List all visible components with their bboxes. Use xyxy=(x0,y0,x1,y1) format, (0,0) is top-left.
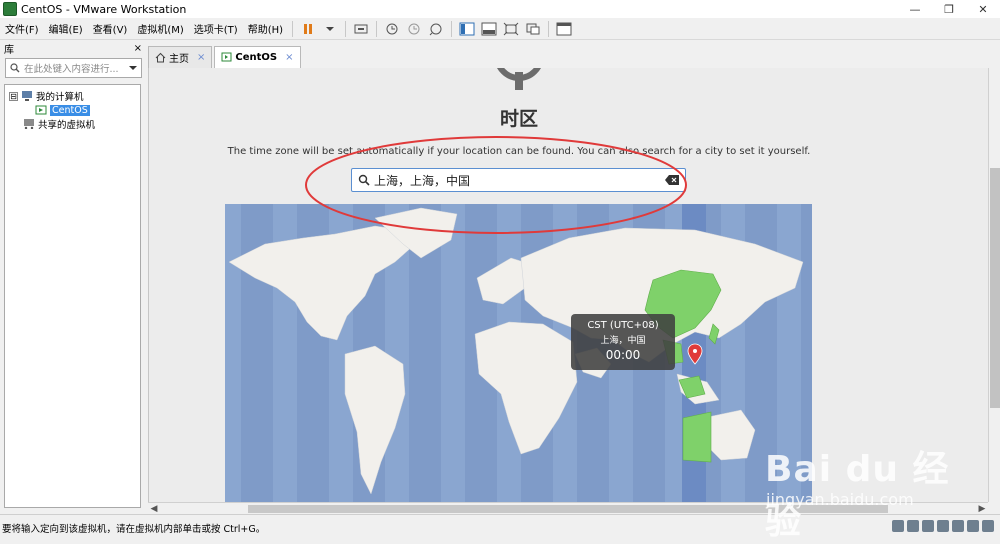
tab-close-button[interactable]: × xyxy=(285,52,293,63)
tooltip-zone: CST (UTC+08) xyxy=(587,320,659,331)
toolbar-separator xyxy=(376,20,378,37)
snapshot-manager-icon xyxy=(429,23,442,35)
snapshot-icon xyxy=(386,23,398,34)
vm-running-icon xyxy=(35,105,47,115)
keyboard-icon xyxy=(354,24,368,33)
tab-bar: 主页 × CentOS × xyxy=(148,44,1000,68)
full-screen-button[interactable] xyxy=(500,20,522,38)
toolbar-separator xyxy=(345,20,347,37)
library-search-input[interactable]: 在此处键入内容进行... xyxy=(5,58,142,78)
tooltip-time: 00:00 xyxy=(605,348,641,362)
library-view-icon xyxy=(459,22,475,35)
menu-view[interactable]: 查看(V) xyxy=(88,21,133,36)
thumbnail-icon xyxy=(481,22,497,35)
unity-button[interactable] xyxy=(522,20,544,38)
power-dropdown-button[interactable] xyxy=(319,20,341,38)
display-icon[interactable] xyxy=(982,520,994,532)
menu-vm[interactable]: 虚拟机(M) xyxy=(132,21,188,36)
menu-help[interactable]: 帮助(H) xyxy=(243,21,288,36)
watermark-url: jingyan.baidu.com xyxy=(766,490,914,509)
location-icon xyxy=(497,68,541,90)
vertical-scrollbar-thumb[interactable] xyxy=(990,168,1000,408)
window-title: CentOS - VMware Workstation xyxy=(21,2,187,16)
chevron-down-icon xyxy=(326,26,335,31)
toolbar-separator xyxy=(548,20,550,37)
tree-item-label: 共享的虚拟机 xyxy=(38,120,96,131)
tab-home[interactable]: 主页 × xyxy=(148,46,213,68)
menu-edit[interactable]: 编辑(E) xyxy=(44,21,88,36)
toolbar-separator xyxy=(292,20,294,37)
tab-close-button[interactable]: × xyxy=(197,52,205,63)
window-controls: — ❐ ✕ xyxy=(898,0,1000,18)
library-panel: 库 × 在此处键入内容进行... ⊟ 我的计算机 CentOS 共享的虚拟机 xyxy=(0,40,146,514)
revert-snapshot-icon xyxy=(408,23,420,34)
world-map-graphic xyxy=(225,204,804,502)
page-title: 时区 xyxy=(499,108,538,130)
unity-icon xyxy=(526,23,540,34)
close-button[interactable]: ✕ xyxy=(966,0,1000,18)
tooltip-city: 上海，中国 xyxy=(600,336,646,346)
tree-item-my-computer[interactable]: ⊟ 我的计算机 xyxy=(9,89,140,103)
timezone-tooltip: CST (UTC+08) 上海，中国 00:00 xyxy=(571,314,675,370)
menu-tabs[interactable]: 选项卡(T) xyxy=(189,21,243,36)
tree-item-shared-vms[interactable]: 共享的虚拟机 xyxy=(9,117,140,131)
tab-label: CentOS xyxy=(235,52,278,63)
console-view-icon xyxy=(556,22,572,35)
console-view-button[interactable] xyxy=(553,20,575,38)
minimize-button[interactable]: — xyxy=(898,0,932,18)
tab-label: 主页 xyxy=(169,54,189,65)
full-screen-icon xyxy=(503,22,519,35)
tree-item-label: CentOS xyxy=(50,104,90,116)
pause-button[interactable] xyxy=(297,20,319,38)
computer-icon xyxy=(22,91,32,101)
menu-file[interactable]: 文件(F) xyxy=(0,21,44,36)
restore-button[interactable]: ❐ xyxy=(932,0,966,18)
toolbar-separator xyxy=(451,20,453,37)
library-close-button[interactable]: × xyxy=(134,43,142,54)
tree-collapse-toggle[interactable]: ⊟ xyxy=(9,91,18,101)
chevron-down-icon[interactable] xyxy=(129,64,137,72)
world-timezone-map[interactable] xyxy=(225,204,812,502)
library-search-placeholder: 在此处键入内容进行... xyxy=(24,64,119,75)
baidu-watermark: Bai du 经验 jingyan.baidu.com xyxy=(760,434,980,542)
pause-icon xyxy=(304,23,313,34)
revert-snapshot-button[interactable] xyxy=(403,20,425,38)
title-bar: CentOS - VMware Workstation — ❐ ✕ xyxy=(0,0,1000,18)
show-library-button[interactable] xyxy=(456,20,478,38)
tab-centos[interactable]: CentOS × xyxy=(214,46,301,68)
menu-bar: 文件(F) 编辑(E) 查看(V) 虚拟机(M) 选项卡(T) 帮助(H) xyxy=(0,18,1000,40)
tree-item-centos[interactable]: CentOS xyxy=(9,103,140,117)
snapshot-manager-button[interactable] xyxy=(425,20,447,38)
library-tree: ⊟ 我的计算机 CentOS 共享的虚拟机 xyxy=(4,84,141,508)
shared-vm-icon xyxy=(24,119,34,129)
vm-running-icon xyxy=(221,52,232,62)
tree-item-label: 我的计算机 xyxy=(36,92,84,103)
library-header: 库 × xyxy=(0,40,146,56)
send-ctrl-alt-del-button[interactable] xyxy=(350,20,372,38)
status-message: 要将输入定向到该虚拟机，请在虚拟机内部单击或按 Ctrl+G。 xyxy=(2,524,266,535)
red-annotation-ellipse xyxy=(305,136,687,234)
vertical-scrollbar[interactable] xyxy=(988,68,1000,502)
library-title: 库 xyxy=(4,44,14,56)
thumbnail-bar-button[interactable] xyxy=(478,20,500,38)
snapshot-button[interactable] xyxy=(381,20,403,38)
home-icon xyxy=(155,52,166,63)
search-icon xyxy=(10,63,20,73)
vmware-logo-icon xyxy=(3,2,17,16)
